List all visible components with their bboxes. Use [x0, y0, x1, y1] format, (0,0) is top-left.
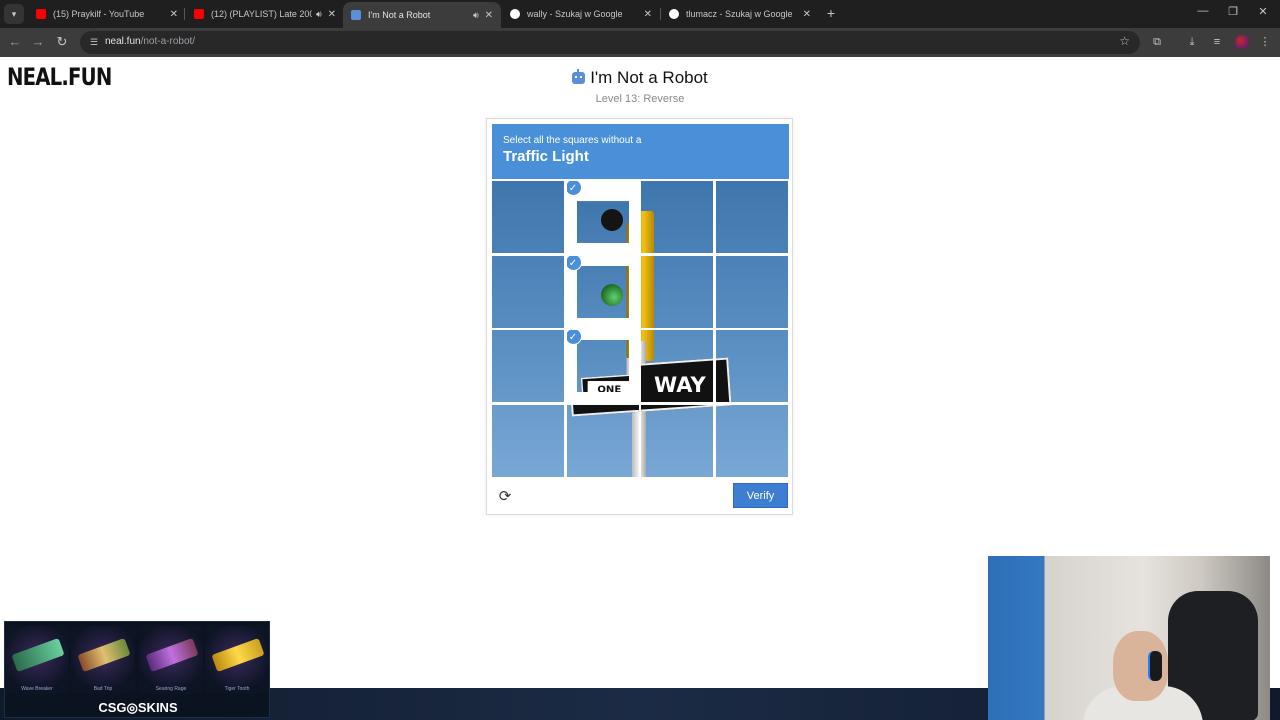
captcha-instruction: Select all the squares without a — [503, 135, 642, 146]
ad-skin-item: Wave Breaker — [5, 626, 69, 694]
checkmark-icon: ✓ — [566, 330, 582, 345]
address-bar[interactable]: ☰ neal.fun/not-a-robot/ ☆ — [80, 31, 1140, 54]
captcha-cell-8[interactable]: ONEWAY — [492, 330, 564, 402]
sign-way-text: WAY — [654, 373, 706, 397]
bookmark-star-icon[interactable]: ☆ — [1119, 34, 1130, 48]
captcha-cell-1[interactable]: ONEWAY✓ — [566, 181, 639, 253]
streamer-webcam — [988, 556, 1270, 720]
url-text: neal.fun/not-a-robot/ — [105, 36, 196, 47]
level-subtitle: Level 13: Reverse — [595, 93, 685, 105]
traffic-light-lamp — [600, 209, 623, 231]
ad-skin-item: Searing Rage — [139, 626, 203, 694]
new-tab-button[interactable]: + — [822, 4, 840, 22]
browser-toolbar: ← → ↻ ☰ neal.fun/not-a-robot/ ☆ ⧉ ⤓ ≡ ⋮ — [0, 28, 1280, 57]
extensions-icon[interactable]: ⧉ — [1150, 35, 1164, 49]
profile-avatar[interactable] — [1235, 35, 1249, 49]
checkmark-icon: ✓ — [566, 181, 582, 196]
speaker-icon[interactable]: 🔊︎ — [316, 9, 322, 20]
site-info-icon[interactable]: ☰ — [87, 35, 101, 49]
close-tab-icon[interactable]: ✕ — [328, 9, 336, 20]
google-icon — [510, 9, 520, 19]
checkmark-icon: ✓ — [566, 255, 582, 271]
captcha-cell-7[interactable]: ONEWAY — [715, 255, 788, 328]
tab-google-tlumacz[interactable]: tlumacz - Szukaj w Google ✕ — [661, 2, 819, 26]
traffic-light-lamp — [600, 283, 623, 306]
refresh-icon[interactable]: ⟳ — [497, 489, 513, 505]
tab-title: (12) (PLAYLIST) Late 2000's — [211, 9, 312, 19]
ad-skin-item: Tiger Tooth — [205, 626, 269, 694]
speaker-icon[interactable]: 🔊︎ — [473, 10, 479, 21]
captcha-footer: ⟳ Verify — [487, 479, 792, 515]
sign-one-text: ONE — [587, 381, 629, 392]
captcha-cell-11[interactable]: ONEWAY — [715, 330, 788, 402]
captcha-widget: Select all the squares without a Traffic… — [486, 118, 793, 515]
tab-title: tlumacz - Szukaj w Google — [686, 9, 793, 19]
page-title: I'm Not a Robot — [0, 68, 1280, 88]
captcha-cell-9[interactable]: ONEWAY✓ — [566, 330, 639, 402]
close-tab-icon[interactable]: ✕ — [485, 10, 493, 21]
tab-youtube-1[interactable]: (15) Praykilf - YouTube ✕ — [28, 2, 186, 26]
tab-title: wally - Szukaj w Google — [527, 9, 623, 19]
captcha-cell-0[interactable]: ONEWAY — [492, 181, 564, 253]
page-title-text: I'm Not a Robot — [590, 68, 708, 87]
captcha-cell-5[interactable]: ONEWAY✓ — [566, 255, 639, 328]
forward-icon[interactable]: → — [30, 34, 46, 50]
captcha-cell-13[interactable]: ONEWAY — [566, 404, 639, 477]
tab-title: (15) Praykilf - YouTube — [53, 9, 145, 19]
captcha-cell-4[interactable]: ONEWAY — [492, 255, 564, 328]
captcha-cell-12[interactable]: ONEWAY — [492, 404, 564, 477]
captcha-header: Select all the squares without a Traffic… — [492, 124, 789, 179]
tab-youtube-2[interactable]: (12) (PLAYLIST) Late 2000's 🔊︎ ✕ — [186, 2, 344, 26]
sponsor-ad: Wave Breaker Bad Trip Searing Rage Tiger… — [4, 621, 270, 718]
captcha-cell-3[interactable]: ONEWAY — [715, 181, 788, 253]
captcha-cell-10[interactable]: ONEWAY — [641, 330, 713, 402]
robot-icon — [351, 10, 361, 20]
tab-strip: ▾ (15) Praykilf - YouTube ✕ (12) (PLAYLI… — [0, 0, 1280, 28]
ad-skin-item: Bad Trip — [71, 626, 135, 694]
captcha-cell-6[interactable]: ONEWAY — [641, 255, 713, 328]
youtube-icon — [194, 9, 204, 19]
back-icon[interactable]: ← — [7, 34, 23, 50]
captcha-cell-15[interactable]: ONEWAY — [715, 404, 788, 477]
menu-kebab-icon[interactable]: ⋮ — [1258, 35, 1272, 49]
verify-button[interactable]: Verify — [733, 483, 788, 508]
media-control-icon[interactable]: ≡ — [1210, 35, 1224, 49]
captcha-grid: ONEWAYONEWAY✓ONEWAYONEWAYONEWAYONEWAY✓ON… — [492, 181, 789, 478]
captcha-cell-2[interactable]: ONEWAY — [641, 181, 713, 253]
close-window-icon[interactable]: ✕ — [1254, 5, 1272, 18]
restore-icon[interactable]: ❐ — [1224, 5, 1242, 18]
close-tab-icon[interactable]: ✕ — [170, 9, 178, 20]
tab-google-wally[interactable]: wally - Szukaj w Google ✕ — [502, 2, 660, 26]
download-icon[interactable]: ⤓ — [1185, 35, 1199, 49]
google-icon — [669, 9, 679, 19]
captcha-cell-14[interactable]: ONEWAY — [641, 404, 713, 477]
tab-not-a-robot[interactable]: I'm Not a Robot 🔊︎ ✕ — [343, 2, 501, 28]
youtube-icon — [36, 9, 46, 19]
robot-icon — [572, 69, 586, 84]
close-tab-icon[interactable]: ✕ — [644, 9, 652, 20]
ad-brand-logo: CSG◎SKINS — [98, 700, 178, 715]
minimize-icon[interactable]: — — [1194, 5, 1212, 17]
close-tab-icon[interactable]: ✕ — [803, 9, 811, 20]
tab-title: I'm Not a Robot — [368, 10, 431, 20]
reload-icon[interactable]: ↻ — [54, 34, 70, 50]
tab-search-chevron-icon[interactable]: ▾ — [4, 4, 24, 24]
captcha-target: Traffic Light — [503, 148, 589, 165]
